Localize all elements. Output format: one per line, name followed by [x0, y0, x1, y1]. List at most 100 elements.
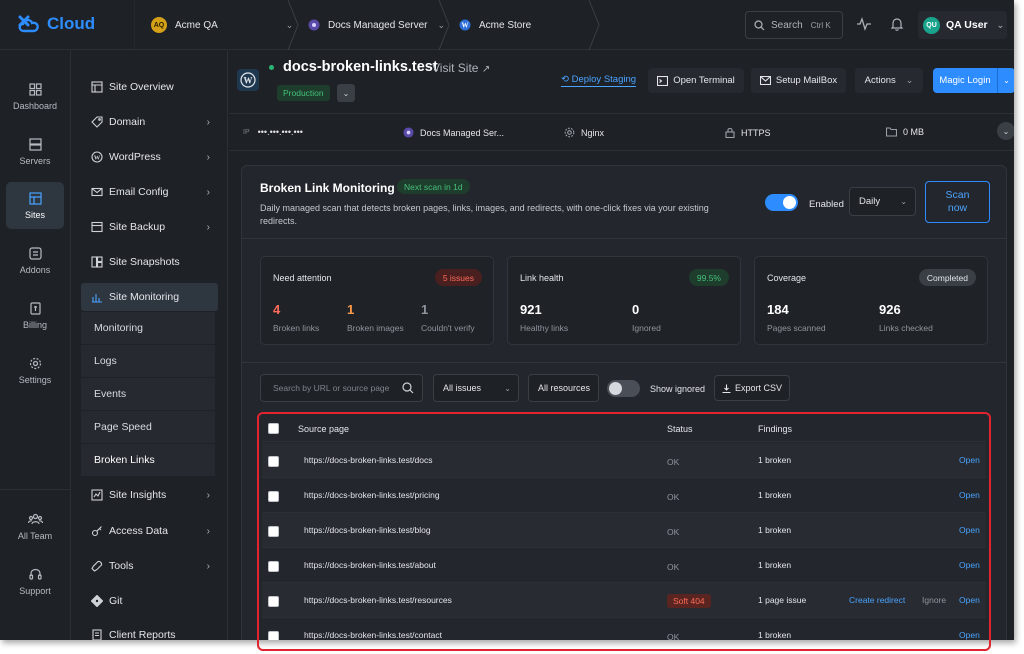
nav-broken-links[interactable]: Broken Links	[81, 444, 215, 476]
rail-addons[interactable]: Addons	[6, 237, 64, 284]
server-dot-icon	[403, 127, 414, 138]
resources-filter[interactable]: All resources	[528, 374, 599, 402]
chevron-down-icon: ⌄	[996, 19, 1005, 30]
nav-client-reports[interactable]: Client Reports	[81, 621, 218, 640]
row-open-link[interactable]: Open	[959, 595, 980, 605]
activity-icon[interactable]	[856, 16, 872, 32]
nav-label: Domain	[109, 116, 146, 128]
nav-events[interactable]: Events	[81, 378, 215, 410]
pages-scanned-count: 184	[767, 302, 789, 317]
row-url[interactable]: https://docs-broken-links.test/pricing	[304, 490, 440, 500]
addons-icon	[28, 246, 42, 260]
rail-all-team[interactable]: All Team	[6, 503, 64, 550]
select-all-checkbox[interactable]	[268, 423, 279, 434]
breadcrumb-server[interactable]: Docs Managed Server ⌄	[308, 0, 445, 50]
rail-settings[interactable]: Settings	[6, 347, 64, 394]
rail-support[interactable]: Support	[6, 558, 64, 605]
gear-icon	[29, 357, 41, 369]
breadcrumb-arrow-icon	[287, 0, 299, 50]
resources-filter-value: All resources	[538, 383, 591, 393]
nav-site-overview[interactable]: Site Overview	[81, 73, 218, 101]
row-open-link[interactable]: Open	[959, 490, 980, 500]
magic-login-dropdown[interactable]: ⌄	[997, 68, 1014, 93]
site-wordpress-logo: W	[237, 69, 259, 91]
nav-site-insights[interactable]: Site Insights ›	[81, 481, 218, 509]
open-terminal-button[interactable]: Open Terminal	[648, 68, 744, 93]
coverage-badge: Completed	[918, 269, 976, 286]
nav-site-backup[interactable]: Site Backup ›	[81, 213, 218, 241]
nav-logs[interactable]: Logs	[81, 345, 215, 377]
actions-dropdown[interactable]: Actions ⌄	[855, 68, 923, 93]
table-row[interactable]: https://docs-broken-links.test/pricing O…	[262, 478, 986, 513]
nav-tools[interactable]: Tools ›	[81, 552, 218, 580]
nav-domain[interactable]: Domain ›	[81, 108, 218, 136]
table-row[interactable]: https://docs-broken-links.test/blog OK 1…	[262, 513, 986, 548]
billing-icon	[29, 301, 41, 315]
breadcrumb-arrow-icon	[588, 0, 600, 50]
protocol-value: HTTPS	[741, 127, 771, 138]
table-row[interactable]: https://docs-broken-links.test/about OK …	[262, 548, 986, 583]
table-header-row: Source page Status Findings	[262, 416, 986, 442]
table-row[interactable]: https://docs-broken-links.test/contact O…	[262, 618, 986, 640]
create-redirect-link[interactable]: Create redirect	[849, 595, 905, 605]
row-url[interactable]: https://docs-broken-links.test/about	[304, 560, 436, 570]
row-checkbox[interactable]	[268, 561, 279, 572]
user-menu-button[interactable]: QU QA User ⌄	[918, 11, 1007, 39]
ignored-label: Ignored	[632, 323, 661, 333]
stat-need-attention: Need attention 5 issues 4 Broken links 1…	[260, 256, 494, 345]
chevron-right-icon: ›	[206, 489, 210, 501]
setup-mailbox-button[interactable]: Setup MailBox	[751, 68, 846, 93]
table-row[interactable]: https://docs-broken-links.test/docs OK 1…	[262, 443, 986, 478]
nav-monitoring[interactable]: Monitoring	[81, 312, 215, 344]
row-checkbox[interactable]	[268, 526, 279, 537]
brand-logo[interactable]: Cloud	[16, 13, 95, 35]
row-open-link[interactable]: Open	[959, 455, 980, 465]
row-checkbox[interactable]	[268, 596, 279, 607]
magic-login-button[interactable]: Magic Login ⌄	[933, 68, 1014, 93]
sites-icon	[28, 191, 42, 205]
row-checkbox[interactable]	[268, 456, 279, 467]
row-url[interactable]: https://docs-broken-links.test/blog	[304, 525, 431, 535]
row-checkbox[interactable]	[268, 491, 279, 502]
row-url[interactable]: https://docs-broken-links.test/resources	[304, 595, 452, 605]
breadcrumb-site[interactable]: W Acme Store	[459, 0, 531, 50]
scan-now-button[interactable]: Scan now	[925, 181, 990, 223]
nav-wordpress[interactable]: W WordPress ›	[81, 143, 218, 171]
nav-git[interactable]: Git	[81, 587, 218, 615]
issues-badge: 5 issues	[434, 269, 482, 286]
global-search[interactable]: Search Ctrl K	[745, 11, 843, 39]
nav-site-monitoring[interactable]: Site Monitoring	[81, 283, 218, 311]
bell-icon[interactable]	[889, 16, 905, 32]
environment-dropdown[interactable]: ⌄	[337, 84, 355, 102]
row-url[interactable]: https://docs-broken-links.test/contact	[304, 630, 442, 640]
info-expand-button[interactable]: ⌄	[997, 122, 1014, 140]
row-url[interactable]: https://docs-broken-links.test/docs	[304, 455, 433, 465]
breadcrumb-team[interactable]: AQ Acme QA ⌄	[151, 0, 293, 50]
enabled-label: Enabled	[809, 199, 844, 210]
nav-access-data[interactable]: Access Data ›	[81, 517, 218, 545]
visit-site-link[interactable]: Visit Site ↗	[432, 61, 490, 75]
nav-label: Client Reports	[109, 629, 176, 640]
nav-email-config[interactable]: Email Config ›	[81, 178, 218, 206]
nav-page-speed[interactable]: Page Speed	[81, 411, 215, 443]
link-search-input[interactable]: Search by URL or source page	[260, 374, 423, 402]
scan-frequency-select[interactable]: Daily ⌄	[849, 187, 916, 216]
actions-label: Actions	[864, 75, 896, 86]
row-open-link[interactable]: Open	[959, 630, 980, 640]
nav-site-snapshots[interactable]: Site Snapshots	[81, 248, 218, 276]
ignore-link[interactable]: Ignore	[922, 595, 946, 605]
issues-filter[interactable]: All issues ⌄	[433, 374, 519, 402]
rail-billing[interactable]: Billing	[6, 292, 64, 339]
rail-sites[interactable]: Sites	[6, 182, 64, 229]
monitoring-enabled-toggle[interactable]	[765, 194, 798, 211]
export-csv-button[interactable]: Export CSV	[714, 375, 790, 401]
row-open-link[interactable]: Open	[959, 560, 980, 570]
table-row[interactable]: https://docs-broken-links.test/resources…	[262, 583, 986, 618]
rail-dashboard[interactable]: Dashboard	[6, 73, 64, 120]
deploy-staging-link[interactable]: ⟲ Deploy Staging	[561, 74, 637, 87]
setup-mailbox-label: Setup MailBox	[775, 75, 838, 86]
row-open-link[interactable]: Open	[959, 525, 980, 535]
row-checkbox[interactable]	[268, 631, 279, 640]
show-ignored-toggle[interactable]	[607, 380, 640, 397]
rail-servers[interactable]: Servers	[6, 128, 64, 175]
